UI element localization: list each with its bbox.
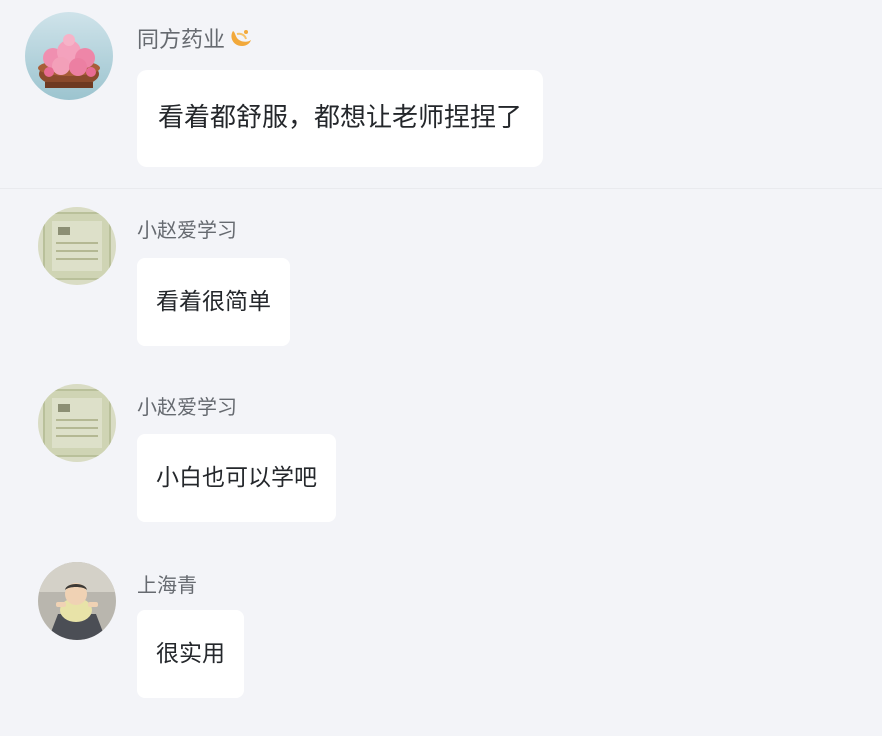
divider	[0, 188, 882, 189]
username[interactable]: 小赵爱学习	[137, 391, 237, 420]
avatar[interactable]	[38, 207, 116, 285]
message-bubble[interactable]: 很实用	[137, 610, 244, 698]
message-bubble[interactable]: 小白也可以学吧	[137, 434, 336, 522]
username[interactable]: 同方药业	[137, 22, 253, 56]
username[interactable]: 小赵爱学习	[137, 214, 237, 243]
baby-photo-avatar-icon	[38, 562, 116, 640]
certificate-avatar-icon	[38, 207, 116, 285]
chat-message: 同方药业 看着都舒服，都想让老师捏捏了	[0, 0, 882, 188]
avatar[interactable]	[38, 562, 116, 640]
certificate-avatar-icon	[38, 384, 116, 462]
chat-message-list: 同方药业 看着都舒服，都想让老师捏捏了 小赵爱学习 看着很简单 小赵爱学习 小白…	[0, 0, 882, 736]
crescent-badge-icon	[227, 26, 253, 56]
avatar[interactable]	[38, 384, 116, 462]
avatar[interactable]	[25, 12, 113, 100]
username[interactable]: 上海青	[137, 569, 197, 598]
flower-basket-avatar-icon	[25, 12, 113, 100]
message-bubble[interactable]: 看着很简单	[137, 258, 290, 346]
message-bubble[interactable]: 看着都舒服，都想让老师捏捏了	[137, 70, 544, 167]
